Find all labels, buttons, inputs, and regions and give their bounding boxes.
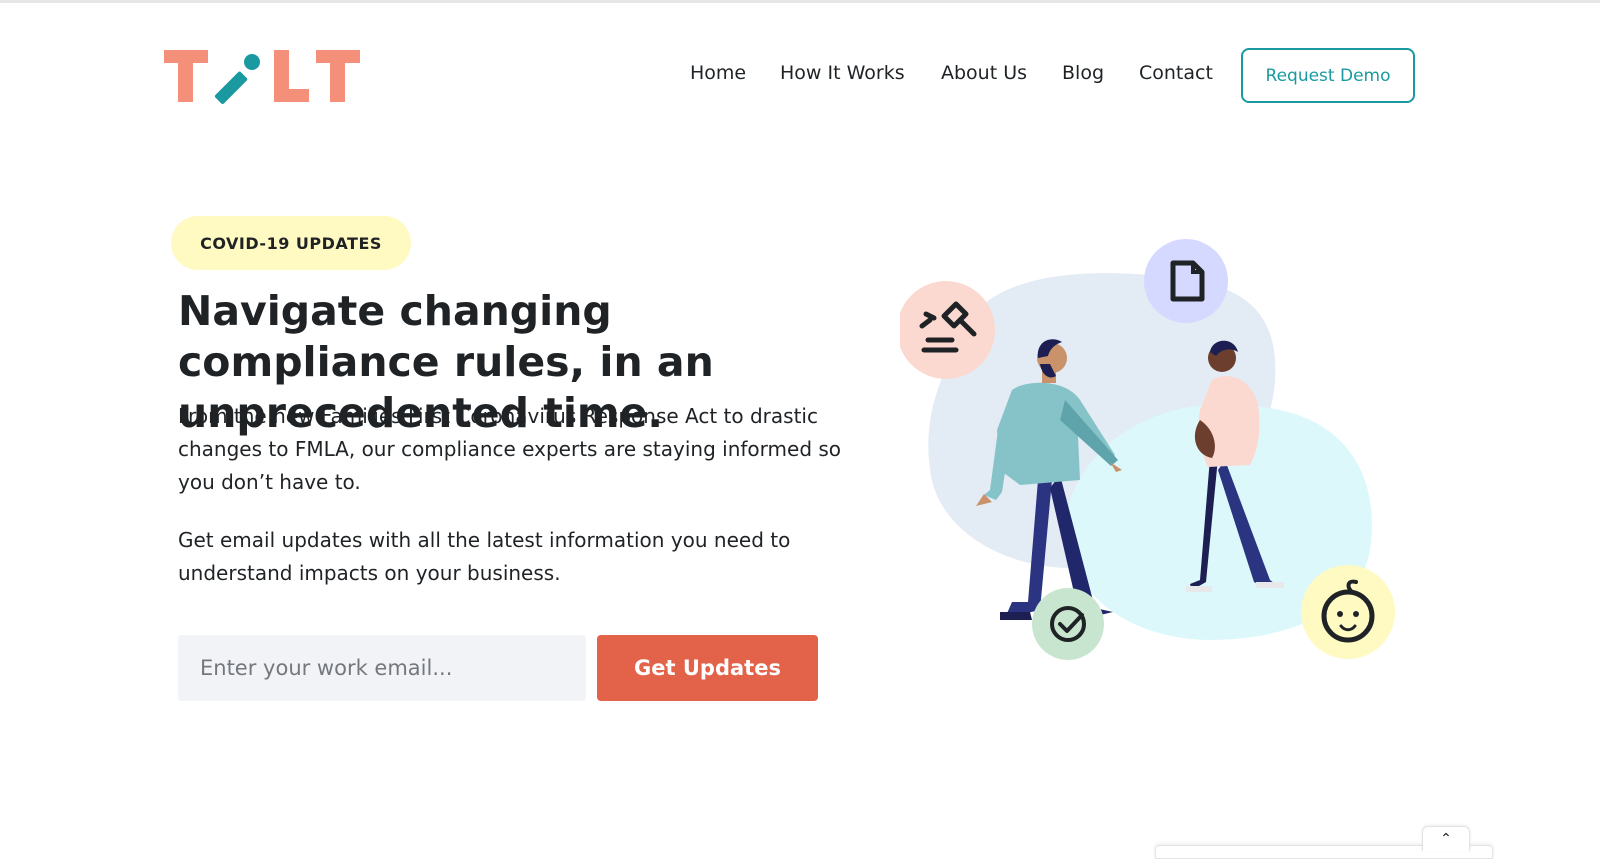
document-icon bbox=[1144, 239, 1228, 323]
hero-illustration bbox=[900, 239, 1395, 660]
get-updates-button[interactable]: Get Updates bbox=[597, 635, 818, 701]
gavel-icon bbox=[900, 281, 995, 379]
hero-paragraph-2: Get email updates with all the latest in… bbox=[178, 528, 791, 585]
baby-face-icon bbox=[1301, 565, 1395, 659]
tilt-logo[interactable] bbox=[164, 46, 362, 106]
nav-how-it-works[interactable]: How It Works bbox=[780, 62, 905, 84]
checkmark-icon bbox=[1032, 588, 1104, 660]
covid-updates-badge: COVID-19 UPDATES bbox=[171, 216, 411, 270]
work-email-input[interactable] bbox=[178, 635, 586, 701]
hero-paragraph-1: From the new Families First Coronavirus … bbox=[178, 404, 842, 494]
nav-home[interactable]: Home bbox=[690, 62, 746, 84]
nav-contact[interactable]: Contact bbox=[1139, 62, 1213, 84]
nav-about-us[interactable]: About Us bbox=[941, 62, 1027, 84]
request-demo-button[interactable]: Request Demo bbox=[1241, 48, 1415, 103]
nav-blog[interactable]: Blog bbox=[1062, 62, 1104, 84]
chevron-up-icon[interactable]: ⌃ bbox=[1422, 826, 1470, 851]
top-border bbox=[0, 0, 1600, 3]
